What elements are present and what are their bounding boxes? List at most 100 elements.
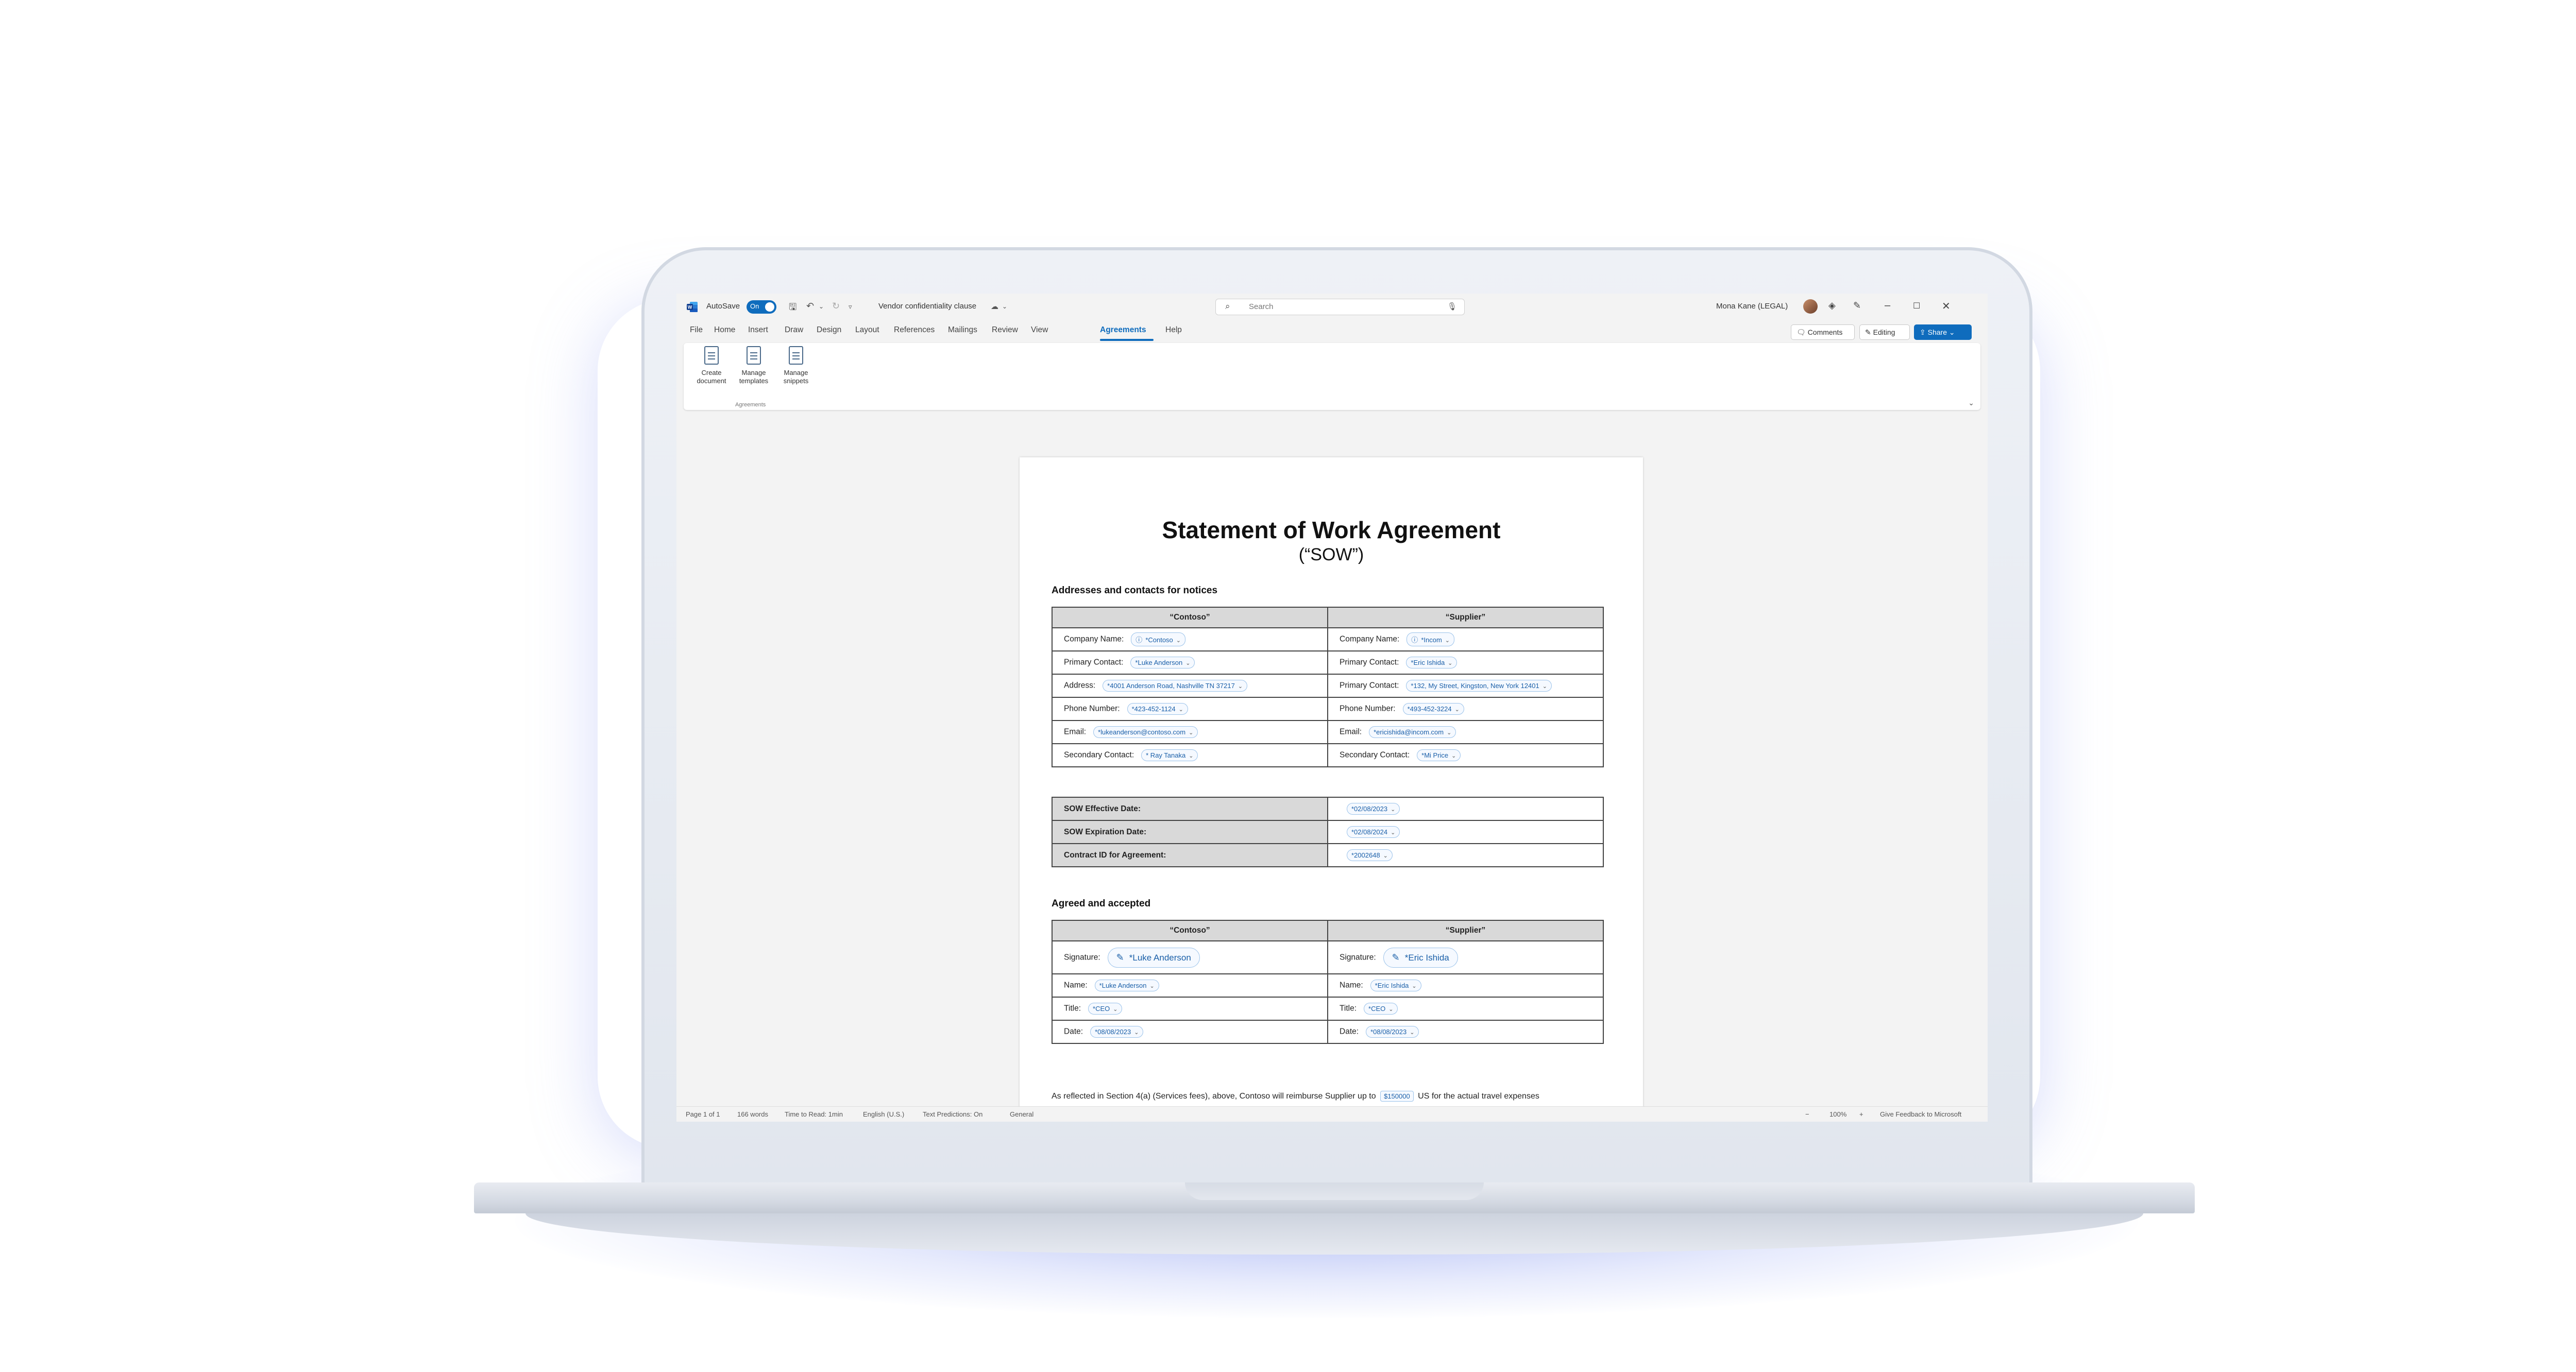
content-control[interactable]: ⓘ *Incom ⌄ — [1406, 632, 1454, 646]
content-control[interactable]: *08/08/2023 ⌄ — [1366, 1026, 1419, 1038]
content-control[interactable]: *08/08/2023 ⌄ — [1090, 1026, 1144, 1038]
microphone-icon[interactable]: 🎙 — [1447, 302, 1457, 311]
content-control[interactable]: *423-452-1124 ⌄ — [1127, 703, 1188, 715]
content-control[interactable]: *Mi Price ⌄ — [1417, 749, 1461, 761]
field-label: Name: — [1340, 981, 1363, 990]
content-control[interactable]: *02/08/2023 ⌄ — [1347, 803, 1400, 815]
pencil-icon: ✎ — [1865, 328, 1873, 336]
diamond-icon[interactable]: ◈ — [1828, 300, 1836, 311]
content-control[interactable]: *2002648 ⌄ — [1347, 849, 1393, 861]
manage-templates-label-2: templates — [739, 377, 769, 385]
zoom-in-icon[interactable]: + — [1859, 1110, 1863, 1118]
create-document-button[interactable]: Create document — [691, 346, 732, 385]
user-name[interactable]: Mona Kane (LEGAL) — [1716, 302, 1788, 311]
share-button[interactable]: ⇪ Share ⌄ — [1914, 324, 1972, 340]
tab-review[interactable]: Review — [992, 325, 1018, 335]
signature-field[interactable]: ✎ *Eric Ishida — [1383, 947, 1458, 968]
content-control[interactable]: ⓘ *Contoso ⌄ — [1131, 632, 1186, 646]
field-label: Email: — [1340, 727, 1362, 736]
create-document-label-1: Create — [701, 369, 722, 376]
close-icon[interactable]: ✕ — [1942, 300, 1951, 313]
content-control[interactable]: *4001 Anderson Road, Nashville TN 37217 ⌄ — [1103, 680, 1248, 692]
table-row: Company Name: ⓘ *Contoso ⌄ Company Name: ⓘ *I… — [1052, 627, 1604, 651]
tab-view[interactable]: View — [1031, 325, 1048, 335]
field-label: Date: — [1340, 1027, 1359, 1036]
autosave-state: On — [750, 302, 759, 310]
document-page[interactable]: Statement of Work Agreement (“SOW”) Addr… — [1020, 457, 1643, 1122]
tab-agreements[interactable]: Agreements — [1100, 325, 1146, 335]
chevron-down-icon: ⌄ — [1185, 660, 1191, 666]
autosave-toggle[interactable]: On — [747, 300, 776, 314]
status-read-time[interactable]: Time to Read: 1min — [785, 1110, 843, 1118]
content-control-value: *Luke Anderson — [1135, 659, 1183, 666]
search-box[interactable]: ⌕ Search 🎙 — [1215, 299, 1465, 315]
zoom-level[interactable]: 100% — [1829, 1110, 1846, 1118]
content-control[interactable]: *CEO ⌄ — [1364, 1003, 1398, 1015]
content-control[interactable]: *132, My Street, Kingston, New York 1240… — [1406, 680, 1552, 692]
table-cell: Email: *lukeanderson@contoso.com ⌄ — [1052, 720, 1328, 744]
create-document-icon — [704, 346, 719, 365]
body-paragraph: As reflected in Section 4(a) (Services f… — [1052, 1091, 1539, 1102]
save-icon[interactable]: 🖫 — [789, 301, 796, 316]
status-sensitivity[interactable]: General — [1010, 1110, 1033, 1118]
status-page[interactable]: Page 1 of 1 — [686, 1110, 720, 1118]
undo-dropdown-icon[interactable]: ⌄ — [819, 303, 824, 310]
manage-templates-button[interactable]: Manage templates — [733, 346, 774, 385]
amount-content-control[interactable]: $150000 — [1380, 1091, 1414, 1102]
table-cell: Phone Number: *423-452-1124 ⌄ — [1052, 697, 1328, 721]
document-name[interactable]: Vendor confidentiality clause — [878, 302, 976, 311]
content-control[interactable]: *493-452-3224 ⌄ — [1402, 703, 1464, 715]
tab-mailings[interactable]: Mailings — [948, 325, 977, 335]
avatar[interactable] — [1803, 299, 1818, 314]
content-control[interactable]: *Luke Anderson ⌄ — [1094, 980, 1159, 991]
table-cell: Primary Contact: *Eric Ishida ⌄ — [1327, 650, 1604, 675]
tab-layout[interactable]: Layout — [855, 325, 879, 335]
content-control[interactable]: *CEO ⌄ — [1088, 1003, 1123, 1015]
content-control[interactable]: *Eric Ishida ⌄ — [1406, 657, 1458, 668]
content-control-value: *Eric Ishida — [1411, 659, 1445, 666]
content-control[interactable]: *lukeanderson@contoso.com ⌄ — [1093, 726, 1198, 738]
chevron-down-icon: ⌄ — [1383, 853, 1388, 859]
cloud-sync-icon[interactable]: ☁ — [991, 302, 998, 311]
editing-button[interactable]: ✎ Editing — [1859, 324, 1910, 340]
tab-insert[interactable]: Insert — [748, 325, 768, 335]
content-control[interactable]: *02/08/2024 ⌄ — [1347, 826, 1400, 838]
tab-references[interactable]: References — [894, 325, 935, 335]
field-label: Phone Number: — [1340, 704, 1396, 713]
content-control[interactable]: * Ray Tanaka ⌄ — [1141, 749, 1198, 761]
content-control[interactable]: *Eric Ishida ⌄ — [1370, 980, 1421, 991]
signature-pen-icon: ✎ — [1392, 952, 1400, 963]
redo-icon[interactable]: ↻ — [832, 301, 840, 312]
chevron-down-icon: ⌄ — [1445, 638, 1450, 644]
status-language[interactable]: English (U.S.) — [863, 1110, 904, 1118]
feedback-link[interactable]: Give Feedback to Microsoft — [1880, 1110, 1961, 1118]
chevron-down-icon: ⌄ — [1189, 730, 1194, 736]
section-heading-contacts: Addresses and contacts for notices — [1052, 585, 1218, 596]
pen-icon[interactable]: ✎ — [1853, 300, 1861, 311]
tab-help[interactable]: Help — [1165, 325, 1182, 335]
content-control[interactable]: *ericishida@incom.com ⌄ — [1369, 726, 1456, 738]
ribbon-collapse-icon[interactable]: ⌄ — [1968, 399, 1974, 407]
customize-toolbar-icon[interactable]: ▿ — [849, 303, 852, 311]
search-placeholder: Search — [1249, 302, 1274, 311]
table-cell: *02/08/2023 ⌄ — [1327, 797, 1604, 821]
chevron-down-icon: ⌄ — [1454, 707, 1460, 713]
tab-file[interactable]: File — [690, 325, 703, 335]
zoom-out-icon[interactable]: − — [1805, 1110, 1809, 1118]
minimize-icon[interactable]: – — [1885, 300, 1890, 312]
company-icon: ⓘ — [1136, 636, 1143, 644]
status-words[interactable]: 166 words — [737, 1110, 768, 1118]
comments-button[interactable]: 🗨 Comments — [1791, 324, 1855, 340]
tab-draw[interactable]: Draw — [785, 325, 803, 335]
manage-snippets-button[interactable]: Manage snippets — [775, 346, 817, 385]
content-control[interactable]: *Luke Anderson ⌄ — [1130, 657, 1195, 668]
docname-chevron-icon[interactable]: ⌄ — [1002, 303, 1007, 310]
tab-design[interactable]: Design — [817, 325, 841, 335]
field-label: Title: — [1064, 1004, 1081, 1013]
status-predictions[interactable]: Text Predictions: On — [923, 1110, 982, 1118]
tab-home[interactable]: Home — [714, 325, 735, 335]
undo-icon[interactable]: ↶ — [806, 301, 814, 312]
maximize-icon[interactable]: ☐ — [1913, 301, 1920, 311]
signature-field[interactable]: ✎ *Luke Anderson — [1107, 947, 1200, 968]
table-cell: Address: *4001 Anderson Road, Nashville T… — [1052, 674, 1328, 698]
